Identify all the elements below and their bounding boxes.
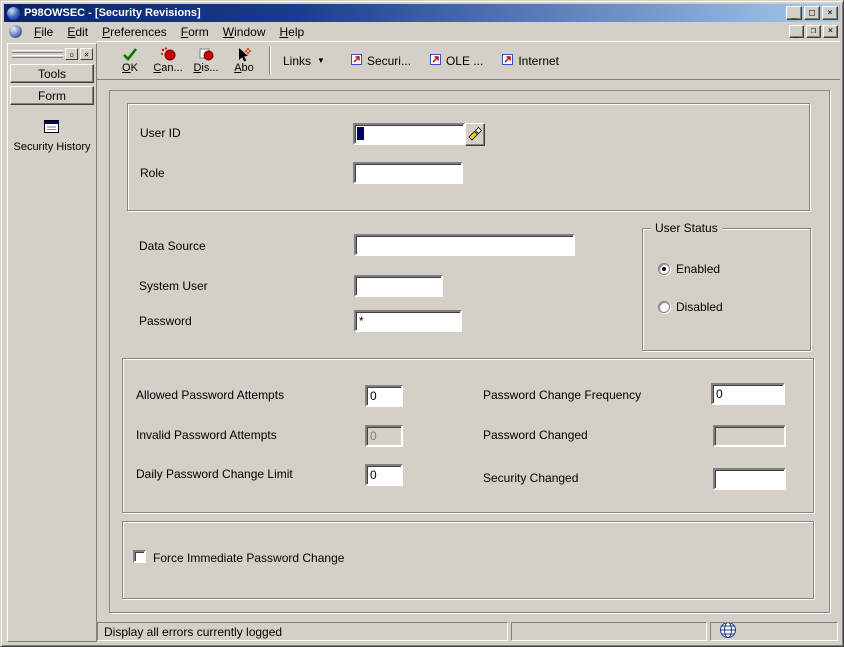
- menu-preferences[interactable]: Preferences: [95, 23, 174, 41]
- daily-password-change-limit-label: Daily Password Change Limit: [136, 467, 293, 481]
- password-changed-input: [713, 425, 786, 447]
- security-link-button[interactable]: Securi...: [341, 50, 420, 72]
- data-source-input[interactable]: [354, 234, 575, 256]
- user-status-title: User Status: [651, 221, 722, 235]
- link-page-icon: [501, 53, 514, 69]
- minimize-button[interactable]: _: [786, 6, 802, 20]
- links-dropdown-icon[interactable]: ▼: [317, 56, 325, 65]
- form-panel: User ID Role Data Source System User Pas…: [109, 90, 830, 613]
- link-page-icon: [350, 53, 363, 69]
- mdi-system-icon[interactable]: [9, 25, 22, 38]
- status-message: Display all errors currently logged: [97, 622, 508, 641]
- password-label: Password: [139, 314, 192, 328]
- disabled-radio-row: Disabled: [658, 300, 723, 314]
- user-id-input[interactable]: [353, 123, 465, 145]
- window-controls: _ □ ×: [786, 6, 838, 20]
- password-input[interactable]: [354, 310, 462, 332]
- password-settings-group-box: Allowed Password Attempts Invalid Passwo…: [122, 358, 814, 513]
- ok-button[interactable]: OK: [111, 44, 149, 77]
- flashlight-icon: [467, 126, 483, 144]
- system-user-input[interactable]: [354, 275, 443, 297]
- sidebar: ▫ × Tools Form Security History: [7, 43, 97, 642]
- status-cell-connection: [710, 622, 838, 641]
- invalid-password-attempts-label: Invalid Password Attempts: [136, 428, 277, 442]
- disabled-radio-label: Disabled: [676, 300, 723, 314]
- status-cell-secondary: [511, 622, 707, 641]
- daily-password-change-limit-input[interactable]: [365, 464, 403, 486]
- mdi-close-button[interactable]: ×: [823, 25, 838, 38]
- sidebar-pin-button[interactable]: ▫: [65, 48, 79, 60]
- allowed-password-attempts-input[interactable]: [365, 385, 403, 407]
- force-password-change-checkbox[interactable]: [133, 550, 146, 563]
- visual-assist-button[interactable]: [465, 123, 485, 146]
- grip-lines-icon: [12, 50, 64, 58]
- tab-form[interactable]: Form: [10, 86, 94, 105]
- user-group-box: User ID Role: [127, 103, 810, 211]
- form-canvas: User ID Role Data Source System User Pas…: [97, 80, 840, 620]
- status-bar: Display all errors currently logged: [97, 620, 840, 643]
- sidebar-grip[interactable]: ▫ ×: [10, 46, 94, 61]
- toolbar: OK Can... Dis... Abo Links ▼ Securi... O…: [97, 41, 840, 80]
- toolbar-separator: [269, 46, 271, 75]
- role-input[interactable]: [353, 162, 463, 184]
- allowed-password-attempts-label: Allowed Password Attempts: [136, 388, 285, 402]
- menu-window[interactable]: Window: [216, 23, 273, 41]
- user-id-label: User ID: [140, 126, 181, 140]
- sidebar-item-security-history[interactable]: Security History: [10, 119, 94, 154]
- app-icon: [7, 6, 20, 20]
- security-changed-label: Security Changed: [483, 471, 579, 485]
- enabled-radio-row: Enabled: [658, 262, 720, 276]
- about-button[interactable]: Abo: [225, 44, 263, 77]
- client-area: OK Can... Dis... Abo Links ▼ Securi... O…: [97, 41, 840, 643]
- ok-check-icon: [122, 47, 138, 62]
- system-user-label: System User: [139, 279, 208, 293]
- menu-edit[interactable]: Edit: [60, 23, 95, 41]
- mdi-minimize-button[interactable]: _: [789, 25, 804, 39]
- password-changed-label: Password Changed: [483, 428, 588, 442]
- security-changed-input[interactable]: [713, 468, 786, 490]
- globe-icon: [719, 623, 737, 640]
- sidebar-close-button[interactable]: ×: [80, 48, 93, 60]
- mdi-restore-button[interactable]: ❐: [806, 25, 821, 38]
- menu-help[interactable]: Help: [272, 23, 311, 41]
- password-change-frequency-label: Password Change Frequency: [483, 388, 642, 402]
- cancel-icon: [160, 47, 176, 62]
- menu-form[interactable]: Form: [174, 23, 216, 41]
- title-bar: P98OWSEC - [Security Revisions] _ □ ×: [4, 4, 840, 22]
- display-icon: [198, 47, 214, 62]
- links-label: Links: [283, 53, 312, 68]
- data-source-label: Data Source: [139, 239, 206, 253]
- password-change-frequency-input[interactable]: [711, 383, 785, 405]
- sidebar-item-label: Security History: [13, 141, 91, 153]
- menu-bar: File Edit Preferences Form Window Help _…: [4, 22, 840, 41]
- window-title: P98OWSEC - [Security Revisions]: [24, 7, 201, 19]
- close-button[interactable]: ×: [822, 6, 838, 20]
- force-change-group-box: Force Immediate Password Change: [122, 521, 814, 599]
- user-status-group-box: User Status Enabled Disabled: [642, 221, 811, 351]
- tab-tools[interactable]: Tools: [10, 64, 94, 83]
- internet-link-button[interactable]: Internet: [492, 50, 568, 72]
- force-password-change-label: Force Immediate Password Change: [153, 551, 345, 565]
- disabled-radio[interactable]: [658, 301, 670, 313]
- app-window: P98OWSEC - [Security Revisions] _ □ × Fi…: [0, 0, 844, 647]
- ole-link-button[interactable]: OLE ...: [420, 50, 492, 72]
- link-page-icon: [429, 53, 442, 69]
- enabled-radio[interactable]: [658, 263, 670, 275]
- display-errors-button[interactable]: Dis...: [187, 44, 225, 77]
- invalid-password-attempts-input: [365, 425, 403, 447]
- maximize-button[interactable]: □: [804, 6, 820, 20]
- enabled-radio-label: Enabled: [676, 262, 721, 276]
- form-window-icon: [43, 119, 61, 138]
- mdi-window-controls: _ ❐ ×: [789, 25, 838, 39]
- role-label: Role: [140, 166, 165, 180]
- text-caret: [357, 127, 364, 140]
- cancel-button[interactable]: Can...: [149, 44, 187, 77]
- menu-file[interactable]: File: [27, 23, 60, 41]
- about-icon: [236, 46, 252, 62]
